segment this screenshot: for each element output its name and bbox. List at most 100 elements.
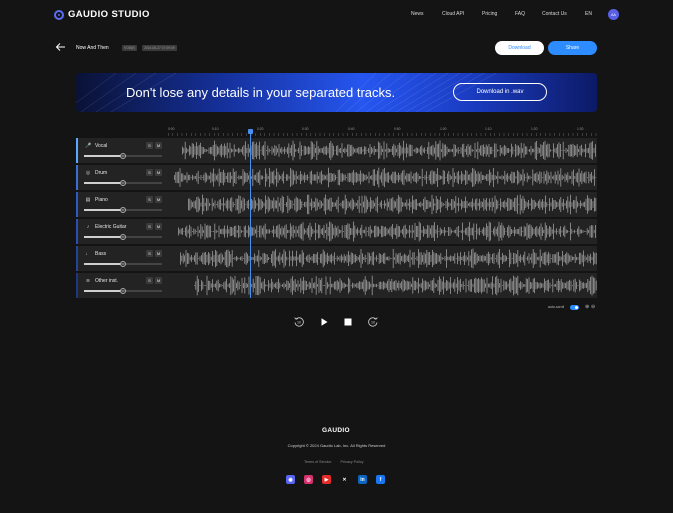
mute-button[interactable]: M [155, 196, 162, 203]
zoom-in-icon[interactable]: ⊕ [585, 304, 589, 310]
microphone-icon: 🎤 [85, 143, 92, 149]
nav-faq[interactable]: FAQ [515, 11, 525, 17]
footer-links: Terms of Service Privacy Policy [304, 460, 363, 464]
track-row-electric-guitar[interactable]: ♪ Electric Guitar S M 50 [76, 219, 597, 244]
track-waveform[interactable] [168, 138, 597, 163]
nav-cloud-api[interactable]: Cloud API [442, 11, 464, 17]
project-title: Now And Then [76, 45, 109, 51]
volume-knob[interactable]: 50 [120, 180, 126, 186]
x-icon[interactable]: ✕ [340, 475, 349, 484]
volume-slider[interactable]: 50 [84, 153, 162, 159]
track-waveform[interactable] [168, 165, 597, 190]
solo-button[interactable]: S [146, 196, 153, 203]
volume-slider[interactable]: 50 [84, 288, 162, 294]
solo-button[interactable]: S [146, 223, 153, 230]
format-badge: VOB(E) [122, 45, 138, 51]
track-controls: ♪ Electric Guitar S M 50 [76, 219, 168, 244]
solo-button[interactable]: S [146, 169, 153, 176]
timeline-ruler[interactable]: 0:00 0:10 0:20 0:30 0:40 0:50 1:00 1:10 … [168, 127, 597, 137]
footer-logo[interactable]: GAUDIO [322, 427, 350, 434]
track-color-bar [76, 219, 78, 244]
track-waveform[interactable] [168, 219, 597, 244]
volume-slider[interactable]: 50 [84, 234, 162, 240]
play-button[interactable] [317, 315, 331, 329]
mute-button[interactable]: M [155, 142, 162, 149]
volume-slider[interactable]: 50 [84, 180, 162, 186]
rewind-10-button[interactable]: 10 [292, 315, 306, 329]
ruler-label: 1:00 [440, 127, 447, 131]
track-row-bass[interactable]: ♩ Bass S M 50 [76, 246, 597, 271]
volume-slider[interactable]: 50 [84, 261, 162, 267]
share-button[interactable]: Share [548, 41, 597, 55]
auto-scroll-toggle[interactable] [570, 305, 579, 310]
brand-logo[interactable]: GAUDIO STUDIO [54, 9, 150, 20]
volume-slider-fill [84, 182, 123, 184]
brand-name: GAUDIO STUDIO [68, 9, 150, 20]
discord-icon[interactable]: ◉ [286, 475, 295, 484]
solo-button[interactable]: S [146, 142, 153, 149]
track-waveform[interactable] [168, 192, 597, 217]
privacy-policy-link[interactable]: Privacy Policy [341, 460, 364, 464]
track-row-other-inst[interactable]: ≋ Other inst. S M 50 [76, 273, 597, 298]
volume-knob[interactable]: 50 [120, 153, 126, 159]
track-color-bar [76, 246, 78, 271]
ruler-label: 0:20 [257, 127, 264, 131]
nav-contact-us[interactable]: Contact Us [542, 11, 567, 17]
volume-knob[interactable]: 50 [120, 234, 126, 240]
user-avatar[interactable]: AA [608, 9, 619, 20]
track-controls: ◎ Drum S M 50 [76, 165, 168, 190]
top-navigation: GAUDIO STUDIO News Cloud API Pricing FAQ… [0, 0, 673, 28]
ruler-ticks [168, 133, 597, 136]
track-controls: ≋ Other inst. S M 50 [76, 273, 168, 298]
solo-button[interactable]: S [146, 277, 153, 284]
volume-slider-fill [84, 236, 123, 238]
track-row-vocal[interactable]: 🎤 Vocal S M 50 [76, 138, 597, 163]
track-row-drum[interactable]: ◎ Drum S M 50 [76, 165, 597, 190]
track-controls: ♩ Bass S M 50 [76, 246, 168, 271]
youtube-icon[interactable]: ▶ [322, 475, 331, 484]
track-name: Other inst. [95, 278, 119, 284]
stop-button[interactable] [341, 315, 355, 329]
linkedin-icon[interactable]: in [358, 475, 367, 484]
terms-of-service-link[interactable]: Terms of Service [304, 460, 331, 464]
track-waveform[interactable] [168, 273, 597, 298]
track-row-piano[interactable]: ▤ Piano S M 50 [76, 192, 597, 217]
track-color-bar [76, 273, 78, 298]
track-color-bar [76, 165, 78, 190]
nav-pricing[interactable]: Pricing [482, 11, 497, 17]
track-controls: ▤ Piano S M 50 [76, 192, 168, 217]
playhead[interactable] [250, 130, 251, 298]
bass-guitar-icon: ♩ [85, 251, 91, 257]
rewind-icon: 10 [294, 317, 304, 327]
zoom-out-icon[interactable]: ⊖ [591, 304, 595, 310]
download-wav-button[interactable]: Download in .wav [453, 83, 547, 101]
download-button[interactable]: Download [495, 41, 544, 55]
ruler-label: 0:40 [348, 127, 355, 131]
nav-news[interactable]: News [411, 11, 424, 17]
logo-icon [54, 9, 64, 20]
track-color-bar [76, 192, 78, 217]
track-name: Vocal [95, 143, 108, 149]
volume-knob[interactable]: 50 [120, 261, 126, 267]
track-waveform[interactable] [168, 246, 597, 271]
solo-button[interactable]: S [146, 250, 153, 257]
piano-icon: ▤ [85, 197, 91, 203]
volume-knob[interactable]: 50 [120, 207, 126, 213]
forward-seconds: 10 [371, 321, 375, 325]
mute-button[interactable]: M [155, 250, 162, 257]
back-arrow-icon[interactable] [55, 42, 66, 52]
facebook-icon[interactable]: f [376, 475, 385, 484]
forward-10-button[interactable]: 10 [366, 315, 380, 329]
drum-icon: ◎ [85, 170, 91, 176]
guitar-icon: ♪ [86, 224, 90, 230]
instagram-icon[interactable]: ◎ [304, 475, 313, 484]
volume-knob[interactable]: 50 [120, 288, 126, 294]
promo-banner: Don't lose any details in your separated… [76, 73, 597, 112]
mute-button[interactable]: M [155, 277, 162, 284]
mute-button[interactable]: M [155, 223, 162, 230]
language-selector[interactable]: EN [585, 11, 592, 17]
volume-slider[interactable]: 50 [84, 207, 162, 213]
volume-slider-fill [84, 155, 123, 157]
ruler-label: 1:30 [577, 127, 584, 131]
mute-button[interactable]: M [155, 169, 162, 176]
